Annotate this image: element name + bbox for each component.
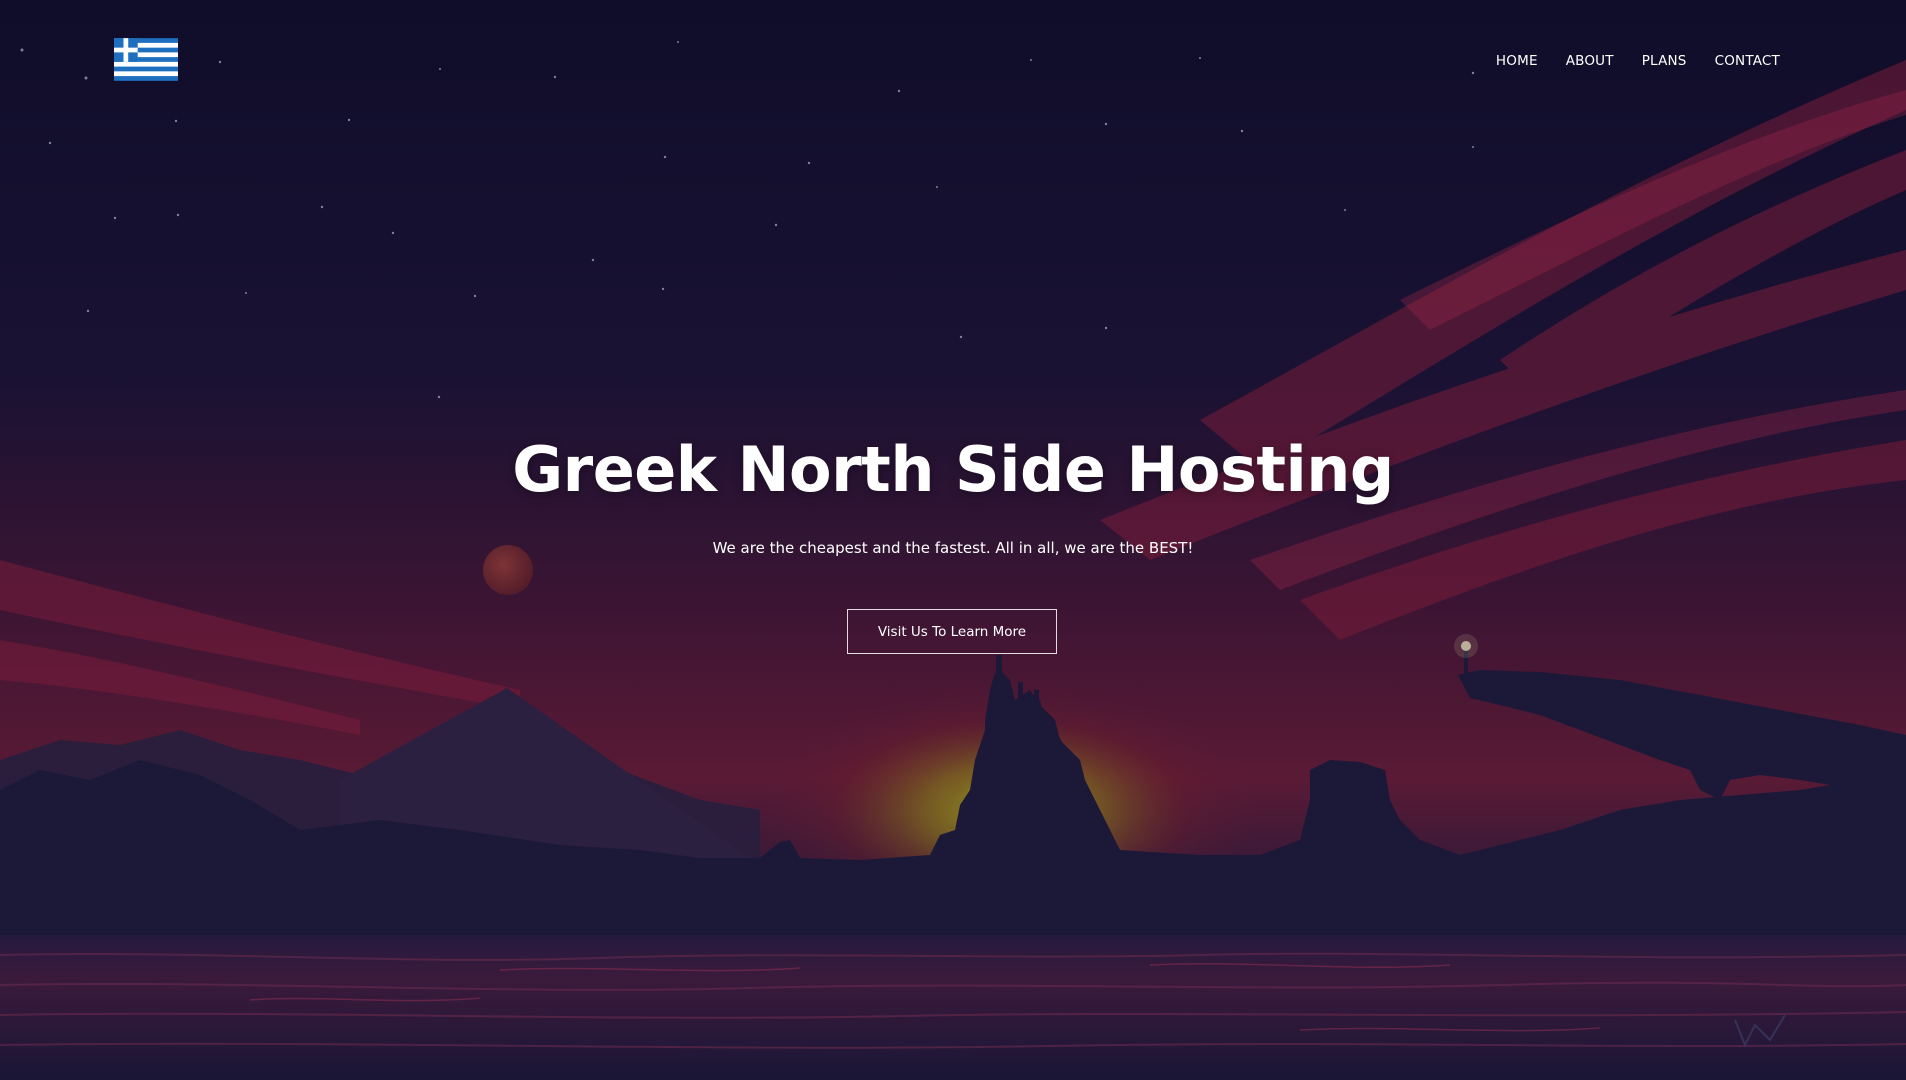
greek-flag-icon[interactable] [114,38,178,81]
nav-plans-link[interactable]: PLANS [1642,53,1687,69]
landing-page: HOME ABOUT PLANS CONTACT Greek North Sid… [0,0,1906,1080]
hero-title: Greek North Side Hosting [512,433,1394,506]
greek-flag-logo [114,38,178,81]
nav-home-link[interactable]: HOME [1496,53,1538,69]
learn-more-button[interactable]: Visit Us To Learn More [847,609,1057,654]
main-nav: HOME ABOUT PLANS CONTACT [1496,53,1780,69]
nav-contact-link[interactable]: CONTACT [1715,53,1780,69]
site-header: HOME ABOUT PLANS CONTACT [0,0,1906,120]
nav-about-link[interactable]: ABOUT [1566,53,1614,69]
hero-subtitle: We are the cheapest and the fastest. All… [712,539,1194,557]
